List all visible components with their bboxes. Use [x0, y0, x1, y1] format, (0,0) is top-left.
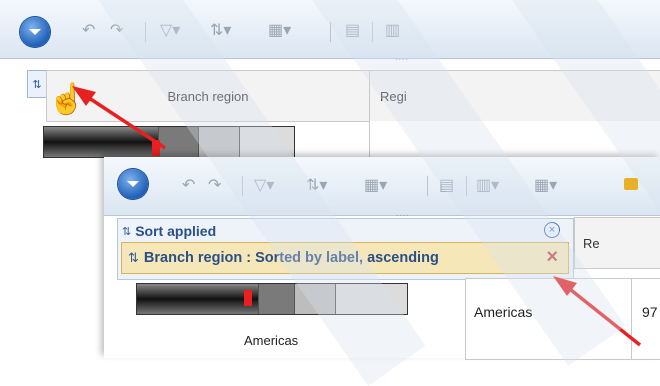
annotation-arrow: [85, 94, 166, 150]
annotation-arrow-head: [72, 86, 96, 106]
annotation-arrow: [564, 284, 642, 347]
annotation-arrows: [72, 86, 642, 347]
